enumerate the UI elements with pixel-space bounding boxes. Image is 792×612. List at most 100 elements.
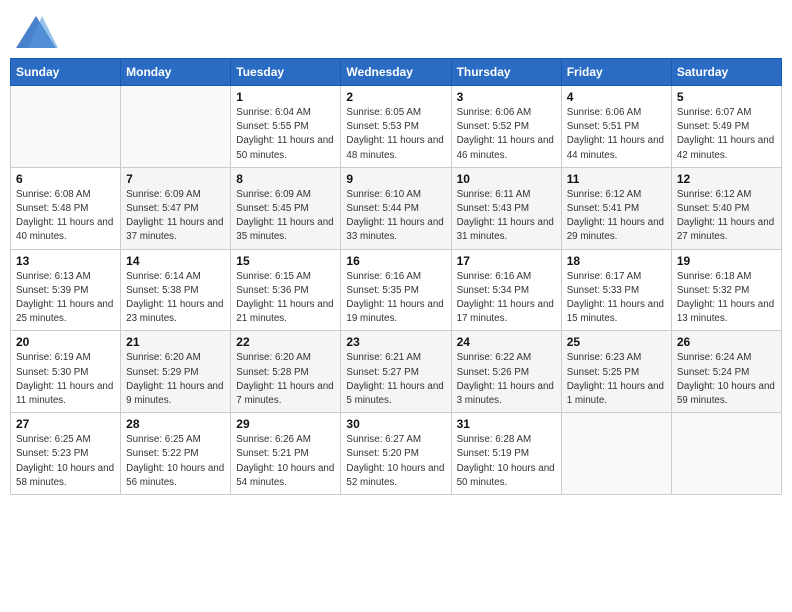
day-number: 7 — [126, 172, 225, 186]
day-number: 3 — [457, 90, 556, 104]
day-number: 9 — [346, 172, 445, 186]
calendar-day-cell: 21 Sunrise: 6:20 AM Sunset: 5:29 PM Dayli… — [121, 331, 231, 413]
calendar-day-cell: 27 Sunrise: 6:25 AM Sunset: 5:23 PM Dayli… — [11, 413, 121, 495]
calendar-day-cell — [11, 86, 121, 168]
day-number: 11 — [567, 172, 666, 186]
calendar-day-cell: 25 Sunrise: 6:23 AM Sunset: 5:25 PM Dayli… — [561, 331, 671, 413]
calendar-day-cell: 20 Sunrise: 6:19 AM Sunset: 5:30 PM Dayli… — [11, 331, 121, 413]
day-number: 5 — [677, 90, 776, 104]
calendar-day-cell: 1 Sunrise: 6:04 AM Sunset: 5:55 PM Daylig… — [231, 86, 341, 168]
calendar-day-cell: 13 Sunrise: 6:13 AM Sunset: 5:39 PM Dayli… — [11, 249, 121, 331]
day-number: 14 — [126, 254, 225, 268]
day-number: 25 — [567, 335, 666, 349]
day-info: Sunrise: 6:11 AM Sunset: 5:43 PM Dayligh… — [457, 188, 556, 245]
calendar-week-row: 13 Sunrise: 6:13 AM Sunset: 5:39 PM Dayli… — [11, 249, 782, 331]
day-number: 13 — [16, 254, 115, 268]
weekday-header: Friday — [561, 59, 671, 86]
day-number: 15 — [236, 254, 335, 268]
day-info: Sunrise: 6:25 AM Sunset: 5:23 PM Dayligh… — [16, 433, 115, 490]
weekday-header: Thursday — [451, 59, 561, 86]
day-number: 10 — [457, 172, 556, 186]
calendar-day-cell: 7 Sunrise: 6:09 AM Sunset: 5:47 PM Daylig… — [121, 167, 231, 249]
day-number: 28 — [126, 417, 225, 431]
calendar-day-cell: 26Sunrise: 6:24 AM Sunset: 5:24 PM Dayli… — [671, 331, 781, 413]
day-number: 16 — [346, 254, 445, 268]
day-info: Sunrise: 6:28 AM Sunset: 5:19 PM Dayligh… — [457, 433, 556, 490]
day-info: Sunrise: 6:26 AM Sunset: 5:21 PM Dayligh… — [236, 433, 335, 490]
day-info: Sunrise: 6:10 AM Sunset: 5:44 PM Dayligh… — [346, 188, 445, 245]
day-number: 30 — [346, 417, 445, 431]
logo-icon — [14, 14, 58, 50]
calendar-day-cell: 12Sunrise: 6:12 AM Sunset: 5:40 PM Dayli… — [671, 167, 781, 249]
calendar-day-cell: 10 Sunrise: 6:11 AM Sunset: 5:43 PM Dayli… — [451, 167, 561, 249]
calendar-day-cell: 18 Sunrise: 6:17 AM Sunset: 5:33 PM Dayli… — [561, 249, 671, 331]
calendar-week-row: 1 Sunrise: 6:04 AM Sunset: 5:55 PM Daylig… — [11, 86, 782, 168]
calendar-week-row: 6Sunrise: 6:08 AM Sunset: 5:48 PM Daylig… — [11, 167, 782, 249]
day-number: 27 — [16, 417, 115, 431]
calendar-week-row: 27 Sunrise: 6:25 AM Sunset: 5:23 PM Dayli… — [11, 413, 782, 495]
calendar-day-cell: 6Sunrise: 6:08 AM Sunset: 5:48 PM Daylig… — [11, 167, 121, 249]
day-info: Sunrise: 6:17 AM Sunset: 5:33 PM Dayligh… — [567, 270, 666, 327]
calendar-table: SundayMondayTuesdayWednesdayThursdayFrid… — [10, 58, 782, 495]
calendar-day-cell: 31Sunrise: 6:28 AM Sunset: 5:19 PM Dayli… — [451, 413, 561, 495]
day-info: Sunrise: 6:24 AM Sunset: 5:24 PM Dayligh… — [677, 351, 776, 408]
weekday-header: Sunday — [11, 59, 121, 86]
day-info: Sunrise: 6:20 AM Sunset: 5:29 PM Dayligh… — [126, 351, 225, 408]
day-info: Sunrise: 6:15 AM Sunset: 5:36 PM Dayligh… — [236, 270, 335, 327]
calendar-day-cell — [121, 86, 231, 168]
day-number: 23 — [346, 335, 445, 349]
calendar-day-cell: 24 Sunrise: 6:22 AM Sunset: 5:26 PM Dayli… — [451, 331, 561, 413]
day-info: Sunrise: 6:27 AM Sunset: 5:20 PM Dayligh… — [346, 433, 445, 490]
calendar-day-cell: 29 Sunrise: 6:26 AM Sunset: 5:21 PM Dayli… — [231, 413, 341, 495]
weekday-header: Wednesday — [341, 59, 451, 86]
day-info: Sunrise: 6:23 AM Sunset: 5:25 PM Dayligh… — [567, 351, 666, 408]
day-info: Sunrise: 6:09 AM Sunset: 5:47 PM Dayligh… — [126, 188, 225, 245]
day-info: Sunrise: 6:09 AM Sunset: 5:45 PM Dayligh… — [236, 188, 335, 245]
calendar-day-cell: 17 Sunrise: 6:16 AM Sunset: 5:34 PM Dayli… — [451, 249, 561, 331]
day-info: Sunrise: 6:14 AM Sunset: 5:38 PM Dayligh… — [126, 270, 225, 327]
weekday-header: Tuesday — [231, 59, 341, 86]
day-number: 8 — [236, 172, 335, 186]
day-info: Sunrise: 6:18 AM Sunset: 5:32 PM Dayligh… — [677, 270, 776, 327]
calendar-day-cell: 4Sunrise: 6:06 AM Sunset: 5:51 PM Daylig… — [561, 86, 671, 168]
day-info: Sunrise: 6:25 AM Sunset: 5:22 PM Dayligh… — [126, 433, 225, 490]
day-number: 20 — [16, 335, 115, 349]
calendar-day-cell: 15 Sunrise: 6:15 AM Sunset: 5:36 PM Dayli… — [231, 249, 341, 331]
day-number: 24 — [457, 335, 556, 349]
calendar-day-cell: 19 Sunrise: 6:18 AM Sunset: 5:32 PM Dayli… — [671, 249, 781, 331]
day-info: Sunrise: 6:06 AM Sunset: 5:52 PM Dayligh… — [457, 106, 556, 163]
day-info: Sunrise: 6:06 AM Sunset: 5:51 PM Dayligh… — [567, 106, 666, 163]
calendar-day-cell: 2 Sunrise: 6:05 AM Sunset: 5:53 PM Daylig… — [341, 86, 451, 168]
day-info: Sunrise: 6:12 AM Sunset: 5:40 PM Dayligh… — [677, 188, 776, 245]
day-info: Sunrise: 6:22 AM Sunset: 5:26 PM Dayligh… — [457, 351, 556, 408]
day-info: Sunrise: 6:13 AM Sunset: 5:39 PM Dayligh… — [16, 270, 115, 327]
day-number: 6 — [16, 172, 115, 186]
calendar-day-cell: 28 Sunrise: 6:25 AM Sunset: 5:22 PM Dayli… — [121, 413, 231, 495]
day-info: Sunrise: 6:04 AM Sunset: 5:55 PM Dayligh… — [236, 106, 335, 163]
day-number: 2 — [346, 90, 445, 104]
day-info: Sunrise: 6:19 AM Sunset: 5:30 PM Dayligh… — [16, 351, 115, 408]
calendar-day-cell: 14 Sunrise: 6:14 AM Sunset: 5:38 PM Dayli… — [121, 249, 231, 331]
day-info: Sunrise: 6:07 AM Sunset: 5:49 PM Dayligh… — [677, 106, 776, 163]
day-number: 21 — [126, 335, 225, 349]
page-header — [10, 10, 782, 50]
day-info: Sunrise: 6:05 AM Sunset: 5:53 PM Dayligh… — [346, 106, 445, 163]
day-info: Sunrise: 6:21 AM Sunset: 5:27 PM Dayligh… — [346, 351, 445, 408]
day-number: 18 — [567, 254, 666, 268]
day-info: Sunrise: 6:16 AM Sunset: 5:34 PM Dayligh… — [457, 270, 556, 327]
calendar-day-cell: 9 Sunrise: 6:10 AM Sunset: 5:44 PM Daylig… — [341, 167, 451, 249]
calendar-day-cell: 23 Sunrise: 6:21 AM Sunset: 5:27 PM Dayli… — [341, 331, 451, 413]
day-number: 29 — [236, 417, 335, 431]
weekday-header-row: SundayMondayTuesdayWednesdayThursdayFrid… — [11, 59, 782, 86]
calendar-day-cell — [671, 413, 781, 495]
calendar-day-cell: 5 Sunrise: 6:07 AM Sunset: 5:49 PM Daylig… — [671, 86, 781, 168]
day-number: 19 — [677, 254, 776, 268]
day-number: 17 — [457, 254, 556, 268]
calendar-week-row: 20 Sunrise: 6:19 AM Sunset: 5:30 PM Dayli… — [11, 331, 782, 413]
day-info: Sunrise: 6:16 AM Sunset: 5:35 PM Dayligh… — [346, 270, 445, 327]
calendar-day-cell: 30 Sunrise: 6:27 AM Sunset: 5:20 PM Dayli… — [341, 413, 451, 495]
logo — [14, 14, 60, 50]
weekday-header: Monday — [121, 59, 231, 86]
day-number: 1 — [236, 90, 335, 104]
weekday-header: Saturday — [671, 59, 781, 86]
